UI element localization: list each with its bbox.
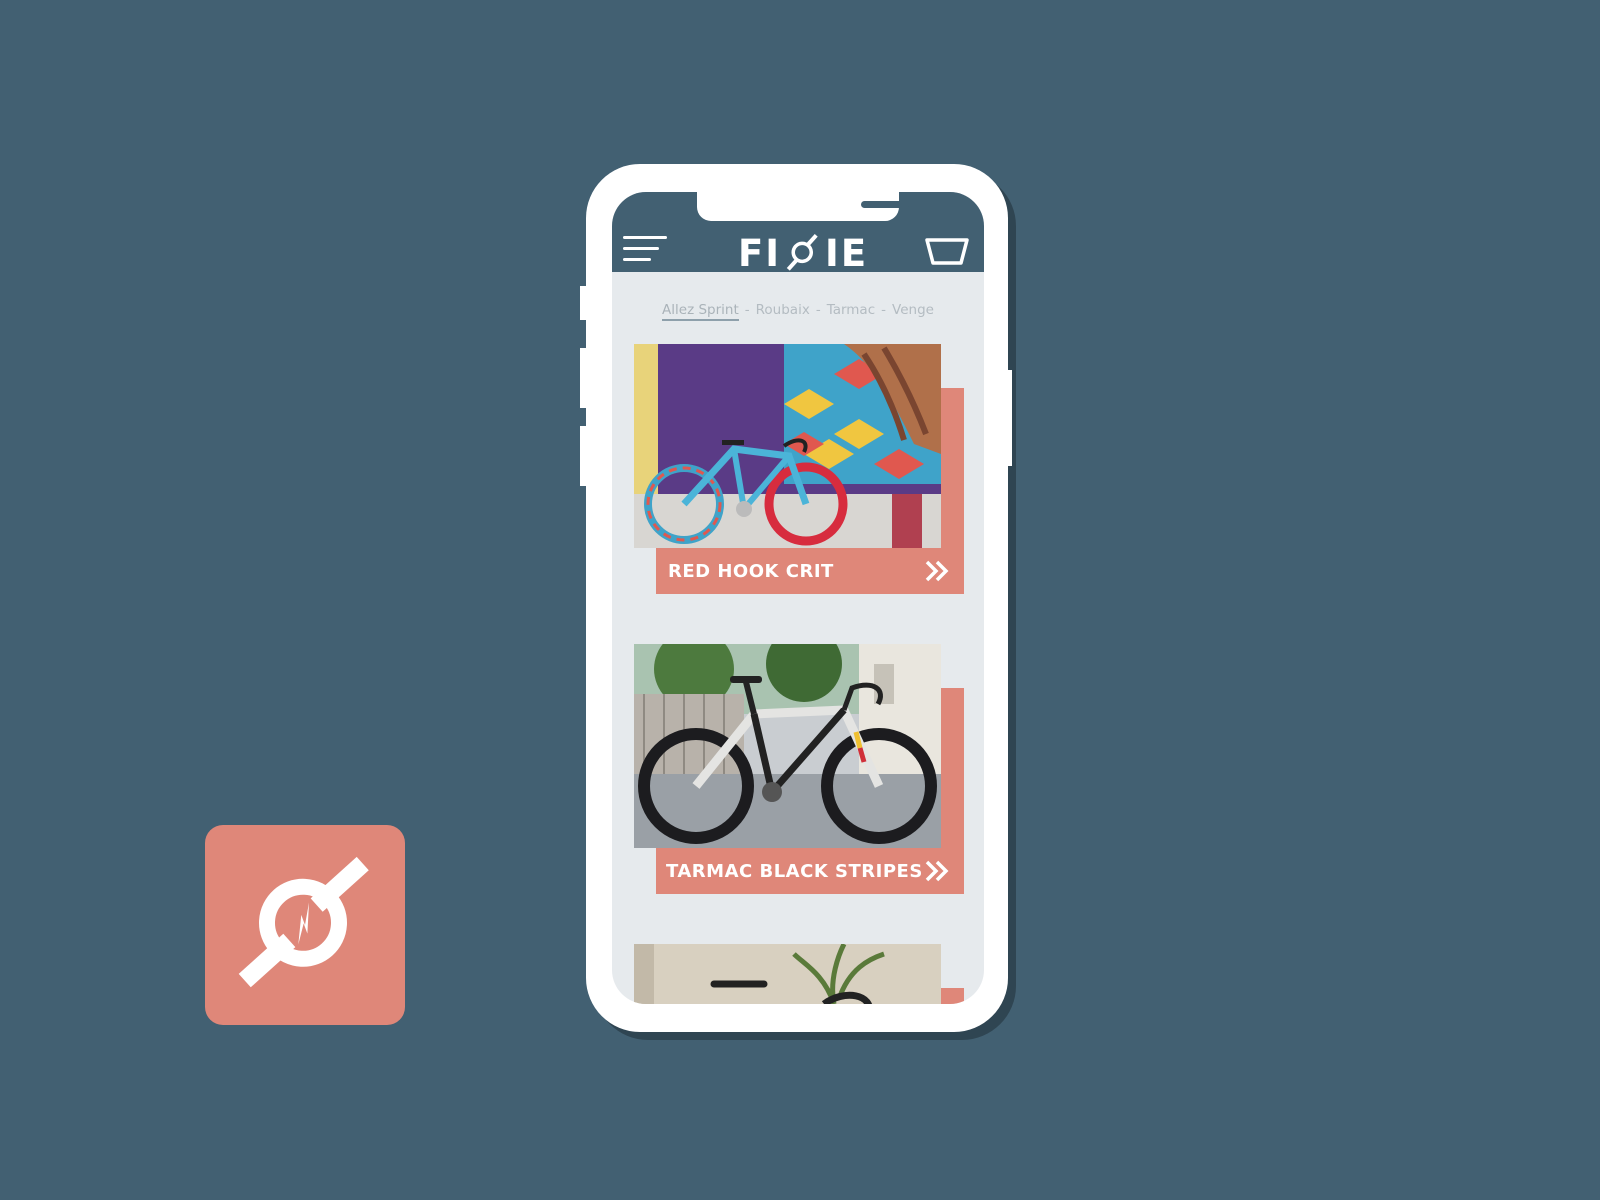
bike-photo-red-hook-crit[interactable] [634, 344, 941, 548]
card-title: RED HOOK CRIT [668, 560, 834, 582]
phone-frame: FI IE Allez Sprint - Roubaix - Tarmac - … [580, 164, 1012, 1032]
tab-venge[interactable]: Venge [892, 302, 934, 319]
cart-icon[interactable] [924, 236, 970, 266]
bike-photo-tarmac-black-stripes[interactable] [634, 644, 941, 848]
phone-screen: FI IE Allez Sprint - Roubaix - Tarmac - … [612, 192, 984, 1004]
tab-separator: - [744, 302, 750, 318]
model-tabs: Allez Sprint - Roubaix - Tarmac - Venge [612, 302, 984, 321]
volume-down-button [580, 426, 588, 486]
speaker-grille [861, 201, 909, 208]
card-title: TARMAC BLACK STRIPES [666, 860, 923, 882]
bike-card[interactable]: RED HOOK CRIT [634, 344, 964, 594]
app-logo[interactable]: FI IE [738, 230, 866, 276]
tab-roubaix[interactable]: Roubaix [756, 302, 810, 319]
mute-switch [580, 286, 588, 320]
card-title-bar[interactable]: RED HOOK CRIT [656, 548, 964, 594]
bike-card[interactable] [634, 944, 964, 1004]
bike-photo-partial[interactable] [634, 944, 941, 1004]
logo-text-right: IE [825, 231, 869, 275]
bike-card[interactable]: TARMAC BLACK STRIPES [634, 644, 964, 894]
phone-notch [697, 192, 909, 221]
app-logo-icon [205, 825, 405, 1025]
app-header: FI IE [612, 192, 984, 275]
tab-separator: - [881, 302, 887, 318]
hamburger-menu-icon[interactable] [623, 236, 667, 266]
power-button [1004, 370, 1012, 466]
card-title-bar[interactable]: TARMAC BLACK STRIPES [656, 848, 964, 894]
double-chevron-right-icon[interactable] [924, 559, 950, 583]
logo-wheel-icon [781, 230, 825, 276]
tab-tarmac[interactable]: Tarmac [827, 302, 875, 319]
volume-up-button [580, 348, 588, 408]
tab-separator: - [815, 302, 821, 318]
tab-allez-sprint[interactable]: Allez Sprint [662, 302, 739, 321]
logo-text-left: FI [738, 231, 782, 275]
double-chevron-right-icon[interactable] [924, 859, 950, 883]
